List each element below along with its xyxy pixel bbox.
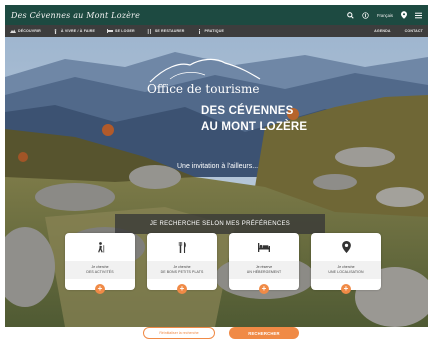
nav-item-pratique[interactable]: PRATIQUE: [197, 28, 225, 34]
card-text: Je cherche DES ACTIVITÉS: [65, 261, 135, 279]
nav-item-decouvrir[interactable]: DÉCOUVRIR: [10, 29, 41, 34]
search-cards: Je cherche DES ACTIVITÉS + Je cherche DE…: [65, 233, 381, 315]
nav-item-agenda[interactable]: AGENDA: [374, 29, 390, 33]
hiker-icon: [94, 241, 106, 253]
card-location[interactable]: Je cherche UNE LOCALISATION +: [311, 233, 381, 294]
search-title: JE RECHERCHE SELON MES PRÉFÉRENCES: [149, 221, 291, 227]
search-icon[interactable]: [347, 11, 354, 19]
language-selector[interactable]: Français: [377, 13, 393, 18]
search-actions: [5, 327, 428, 342]
nav-label: SE LOGER: [115, 29, 135, 33]
card-text: Je cherche UNE LOCALISATION: [311, 261, 381, 279]
site-logo[interactable]: Des Cévennes au Mont Lozère: [11, 11, 140, 20]
main-nav: DÉCOUVRIR À VIVRE / À FAIRE SE LOGER SE …: [5, 25, 428, 37]
reset-search-button[interactable]: Réinitialiser la recherche: [143, 327, 215, 339]
card-text: Je cherche DE BONS PETITS PLATS: [147, 261, 217, 279]
bed-icon: [107, 29, 114, 34]
card-accommodation[interactable]: Je réserve UN HÉBERGEMENT +: [229, 233, 299, 294]
nav-label: À VIVRE / À FAIRE: [60, 29, 96, 33]
nav-secondary: AGENDA CONTACT: [374, 29, 423, 33]
hero-title-line2: AU MONT LOZÈRE: [201, 121, 308, 133]
bed-icon: [258, 241, 270, 253]
search-button[interactable]: RECHERCHER: [229, 327, 299, 339]
accessibility-icon[interactable]: [362, 11, 369, 19]
card-line2: UNE LOCALISATION: [328, 270, 364, 274]
card-food[interactable]: Je cherche DE BONS PETITS PLATS +: [147, 233, 217, 294]
mountain-icon: [10, 29, 16, 34]
map-pin-icon[interactable]: [401, 11, 407, 19]
info-icon: [197, 28, 203, 34]
top-header: Des Cévennes au Mont Lozère Français: [5, 5, 428, 25]
card-line2: DE BONS PETITS PLATS: [160, 270, 204, 274]
hero-tagline: Une invitation à l'ailleurs...: [177, 163, 259, 170]
cutlery-icon: [147, 28, 153, 34]
card-line2: DES ACTIVITÉS: [86, 270, 114, 274]
nav-label: PRATIQUE: [204, 29, 225, 33]
plus-button[interactable]: +: [259, 284, 269, 294]
plus-button[interactable]: +: [95, 284, 105, 294]
nav-item-vivre-faire[interactable]: À VIVRE / À FAIRE: [53, 28, 96, 34]
plus-button[interactable]: +: [341, 284, 351, 294]
nav-label: SE RESTAURER: [154, 29, 185, 33]
hero-title-line1: DES CÉVENNES: [201, 105, 294, 117]
nav-item-se-loger[interactable]: SE LOGER: [107, 29, 135, 34]
nav-item-se-restaurer[interactable]: SE RESTAURER: [147, 28, 185, 34]
card-activities[interactable]: Je cherche DES ACTIVITÉS +: [65, 233, 135, 294]
plus-button[interactable]: +: [177, 284, 187, 294]
menu-icon[interactable]: [415, 12, 422, 19]
nav-item-contact[interactable]: CONTACT: [405, 29, 423, 33]
hero-banner: Office de tourisme DES CÉVENNES AU MONT …: [5, 37, 428, 327]
office-title: Office de tourisme: [147, 82, 260, 96]
card-text: Je réserve UN HÉBERGEMENT: [229, 261, 299, 279]
card-line2: UN HÉBERGEMENT: [246, 270, 282, 274]
header-tools: Français: [347, 11, 422, 19]
cutlery-icon: [176, 241, 188, 253]
nav-label: DÉCOUVRIR: [18, 29, 41, 33]
page: Des Cévennes au Mont Lozère Français DÉC…: [0, 0, 433, 342]
activity-icon: [53, 28, 59, 34]
map-marker-icon: [340, 241, 352, 253]
